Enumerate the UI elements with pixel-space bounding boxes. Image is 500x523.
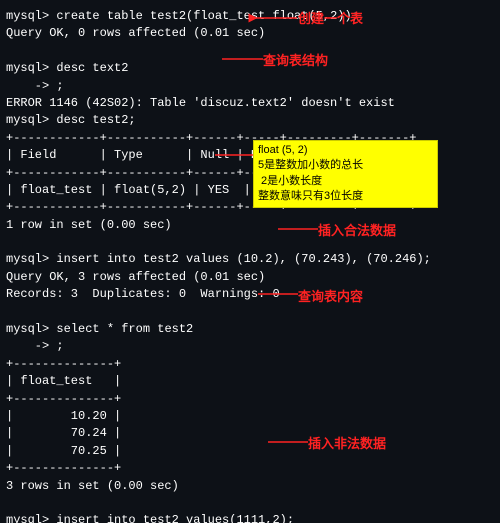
line-18 xyxy=(6,304,494,321)
line-22: | float_test | xyxy=(6,373,494,390)
line-10: +------------+-----------+------+-----+-… xyxy=(6,165,494,182)
line-2: Query OK, 0 rows affected (0.01 sec) xyxy=(6,25,494,42)
line-13: 1 row in set (0.00 sec) xyxy=(6,217,494,234)
line-12: +------------+-----------+------+-----+-… xyxy=(6,199,494,216)
line-8: +------------+-----------+------+-----+-… xyxy=(6,130,494,147)
line-26: | 70.25 | xyxy=(6,443,494,460)
terminal-window: mysql> create table test2(float_test flo… xyxy=(0,0,500,523)
line-3 xyxy=(6,43,494,60)
line-7: mysql> desc test2; xyxy=(6,112,494,129)
line-28: 3 rows in set (0.00 sec) xyxy=(6,478,494,495)
line-1: mysql> create table test2(float_test flo… xyxy=(6,8,494,25)
line-16: Query OK, 3 rows affected (0.01 sec) xyxy=(6,269,494,286)
line-24: | 10.20 | xyxy=(6,408,494,425)
line-11: | float_test | float(5,2) | YES | | NULL… xyxy=(6,182,494,199)
line-14 xyxy=(6,234,494,251)
line-19: mysql> select * from test2 xyxy=(6,321,494,338)
line-9: | Field | Type | Null | Key | Default | … xyxy=(6,147,494,164)
line-30: mysql> insert into test2 values(1111,2); xyxy=(6,512,494,523)
line-15: mysql> insert into test2 values (10.2), … xyxy=(6,251,494,268)
line-4: mysql> desc text2 xyxy=(6,60,494,77)
line-17: Records: 3 Duplicates: 0 Warnings: 0 xyxy=(6,286,494,303)
line-25: | 70.24 | xyxy=(6,425,494,442)
line-21: +--------------+ xyxy=(6,356,494,373)
terminal-content: mysql> create table test2(float_test flo… xyxy=(6,8,494,523)
line-27: +--------------+ xyxy=(6,460,494,477)
line-29 xyxy=(6,495,494,512)
line-23: +--------------+ xyxy=(6,391,494,408)
line-6: ERROR 1146 (42S02): Table 'discuz.text2'… xyxy=(6,95,494,112)
line-20: -> ; xyxy=(6,338,494,355)
line-5: -> ; xyxy=(6,78,494,95)
